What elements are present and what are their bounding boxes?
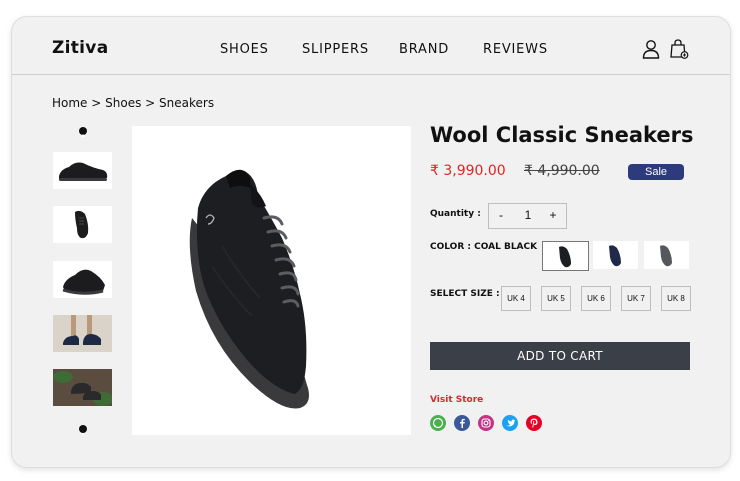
quantity-value[interactable]: 1 <box>521 208 535 222</box>
breadcrumb-separator: > <box>91 96 106 110</box>
breadcrumb: Home > Shoes > Sneakers <box>52 96 214 110</box>
user-icon[interactable] <box>640 38 662 60</box>
original-price: ₹ 4,990.00 <box>524 163 600 179</box>
quantity-decrease-button[interactable]: - <box>494 208 508 222</box>
sale-price: ₹ 3,990.00 <box>430 163 506 179</box>
quantity-increase-button[interactable]: + <box>546 208 560 222</box>
breadcrumb-separator: > <box>145 96 160 110</box>
sale-badge: Sale <box>628 164 684 180</box>
thumbnail-shoe-lifestyle[interactable] <box>53 369 112 406</box>
thumbnail-shoe-angled[interactable] <box>53 261 112 298</box>
add-to-cart-button[interactable]: ADD TO CART <box>430 342 690 370</box>
arrow-up-icon[interactable] <box>79 127 87 137</box>
nav-reviews[interactable]: REVIEWS <box>483 42 548 57</box>
size-label: SELECT SIZE : <box>430 289 500 299</box>
visit-store-link[interactable]: Visit Store <box>430 395 483 405</box>
size-uk8[interactable]: UK 8 <box>661 286 691 311</box>
thumbnail-shoe-side[interactable] <box>53 152 112 189</box>
nav-shoes[interactable]: SHOES <box>220 42 269 57</box>
size-uk5[interactable]: UK 5 <box>541 286 571 311</box>
color-swatch-coal-black[interactable] <box>542 241 589 271</box>
breadcrumb-shoes[interactable]: Shoes <box>105 96 141 110</box>
pinterest-icon[interactable] <box>526 415 542 431</box>
size-uk7[interactable]: UK 7 <box>621 286 651 311</box>
color-label: COLOR : COAL BLACK <box>430 242 538 252</box>
main-product-image <box>132 126 411 435</box>
brand-logo[interactable]: Zitiva <box>52 38 108 58</box>
quantity-label: Quantity : <box>430 209 481 219</box>
nav-slippers[interactable]: SLIPPERS <box>302 42 369 57</box>
facebook-icon[interactable] <box>454 415 470 431</box>
thumbnail-shoe-worn[interactable] <box>53 315 112 352</box>
shopping-bag-icon[interactable] <box>668 38 690 60</box>
nav-brand[interactable]: BRAND <box>399 42 449 57</box>
quantity-stepper: - 1 + <box>488 203 567 229</box>
whatsapp-icon[interactable] <box>430 415 446 431</box>
browser-frame: Zitiva SHOES SLIPPERS BRAND REVIEWS Home… <box>11 16 731 468</box>
product-title: Wool Classic Sneakers <box>430 123 694 147</box>
color-swatch-navy[interactable] <box>593 241 638 269</box>
breadcrumb-home[interactable]: Home <box>52 96 87 110</box>
size-uk6[interactable]: UK 6 <box>581 286 611 311</box>
arrow-down-icon[interactable] <box>79 425 87 436</box>
twitter-icon[interactable] <box>502 415 518 431</box>
size-uk4[interactable]: UK 4 <box>501 286 531 311</box>
instagram-icon[interactable] <box>478 415 494 431</box>
breadcrumb-sneakers[interactable]: Sneakers <box>159 96 214 110</box>
color-swatch-grey[interactable] <box>644 241 689 269</box>
thumbnail-shoe-top[interactable] <box>53 206 112 243</box>
top-navbar: Zitiva SHOES SLIPPERS BRAND REVIEWS <box>12 17 730 75</box>
